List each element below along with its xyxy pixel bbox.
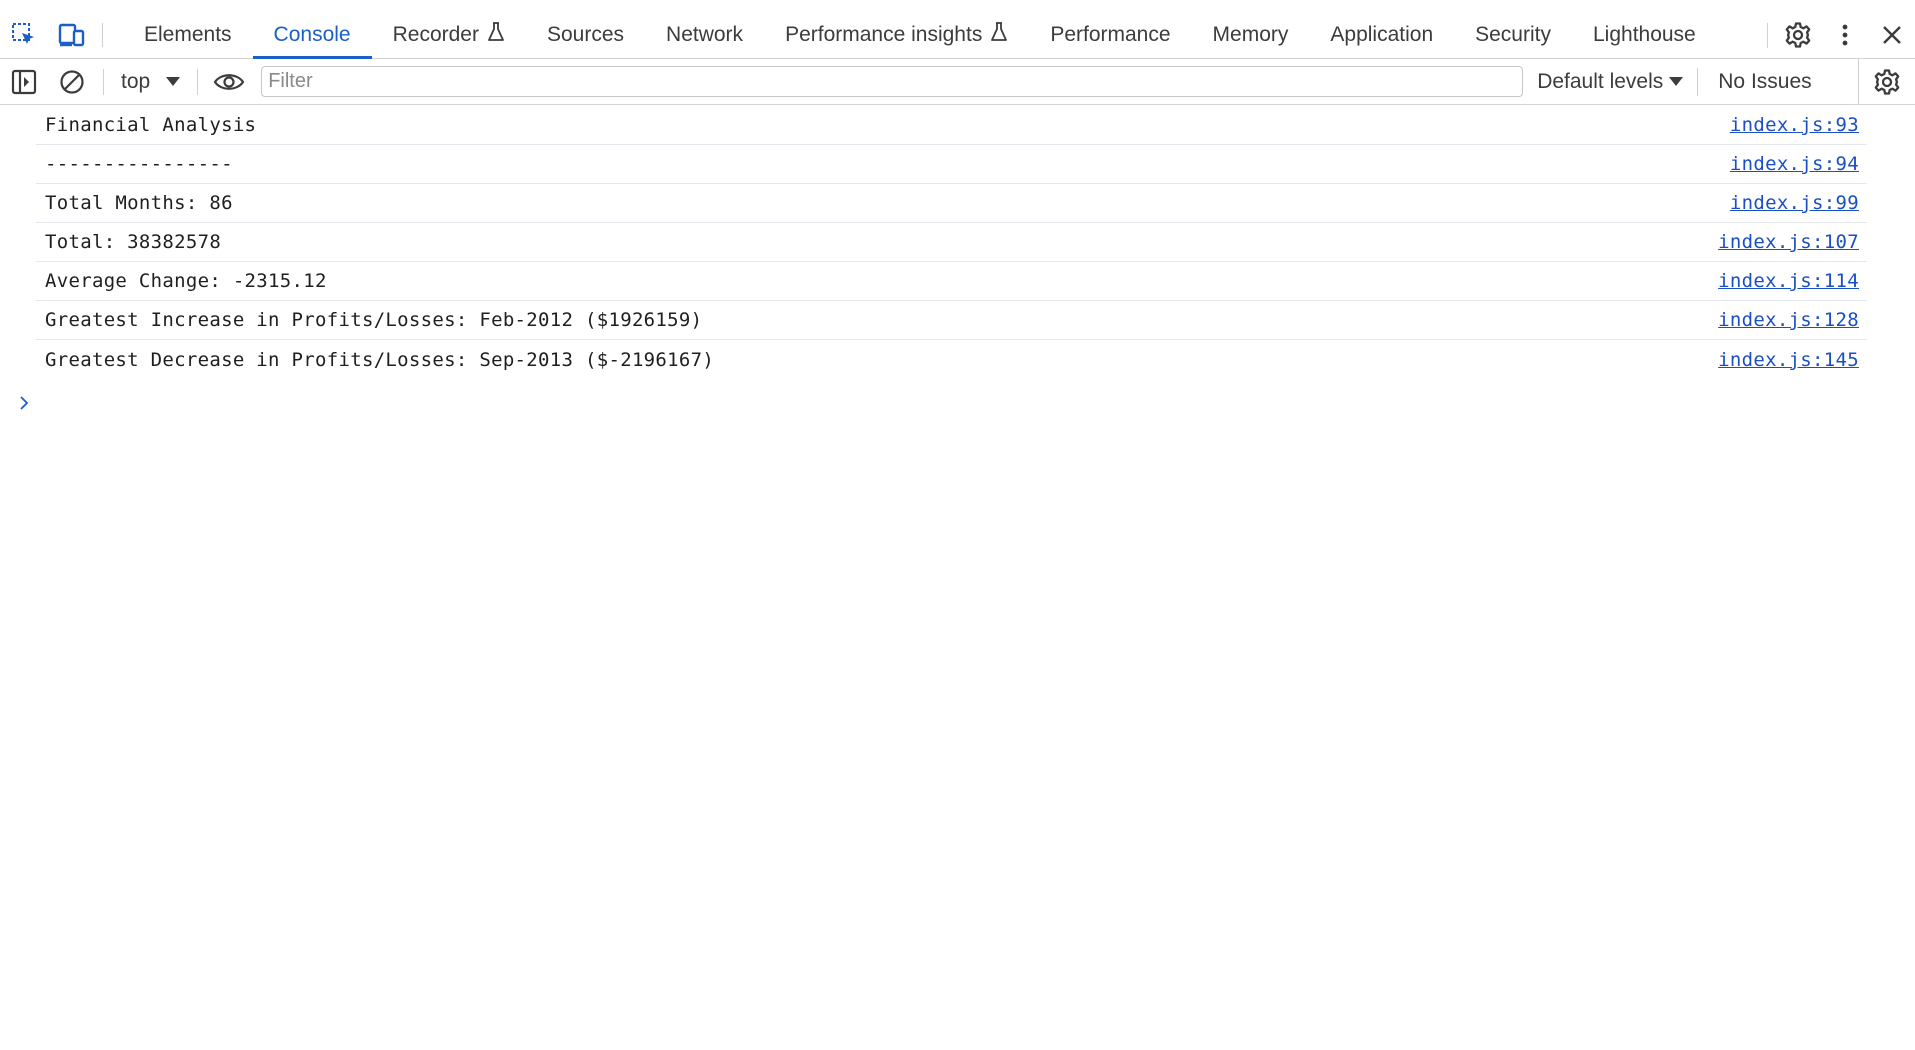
chevron-down-icon (166, 77, 181, 86)
tab-label: Network (666, 23, 744, 46)
inspect-element-icon[interactable] (0, 12, 48, 58)
console-messages: Financial Analysis index.js:93 ---------… (0, 106, 1915, 379)
live-expression-icon[interactable] (205, 59, 253, 105)
message-text: Average Change: -2315.12 (45, 270, 327, 292)
console-message: Total Months: 86 index.js:99 (36, 184, 1867, 223)
tab-security[interactable]: Security (1454, 12, 1572, 58)
divider (1767, 22, 1768, 48)
divider (102, 23, 103, 47)
source-link[interactable]: index.js:107 (1718, 231, 1859, 253)
source-link[interactable]: index.js:145 (1718, 349, 1859, 371)
tab-label: Elements (144, 23, 232, 46)
tab-label: Memory (1212, 23, 1289, 46)
tab-label: Recorder (392, 23, 479, 46)
clear-console-icon[interactable] (48, 59, 96, 105)
tab-console[interactable]: Console (252, 12, 372, 59)
tab-lighthouse[interactable]: Lighthouse (1572, 12, 1717, 58)
experimental-flask-icon (487, 22, 505, 48)
console-toolbar: top Default levels No Issues (0, 59, 1915, 105)
tab-sources[interactable]: Sources (526, 12, 645, 58)
tab-label: Performance insights (785, 23, 983, 46)
divider (197, 68, 199, 95)
tab-performance[interactable]: Performance (1029, 12, 1191, 58)
source-link[interactable]: index.js:99 (1730, 192, 1859, 214)
tab-label: Lighthouse (1592, 23, 1696, 46)
experimental-flask-icon (990, 22, 1008, 48)
issues-counter[interactable]: No Issues (1697, 67, 1812, 96)
tab-application[interactable]: Application (1309, 12, 1454, 58)
console-message: Financial Analysis index.js:93 (36, 106, 1867, 145)
console-message: Average Change: -2315.12 index.js:114 (36, 262, 1867, 301)
message-text: Financial Analysis (45, 114, 257, 136)
source-link[interactable]: index.js:93 (1730, 114, 1859, 136)
console-message: Total: 38382578 index.js:107 (36, 223, 1867, 262)
log-levels-label: Default levels (1537, 69, 1664, 93)
chevron-right-icon[interactable] (16, 395, 32, 411)
console-message: Greatest Decrease in Profits/Losses: Sep… (36, 340, 1867, 379)
console-message: Greatest Increase in Profits/Losses: Feb… (36, 301, 1867, 340)
close-icon[interactable] (1868, 24, 1915, 46)
tab-label: Sources (546, 23, 625, 46)
message-text: Greatest Decrease in Profits/Losses: Sep… (45, 348, 715, 371)
message-text: ---------------- (45, 153, 233, 175)
panel-tabs: Elements Console Recorder Sources Networ… (123, 12, 1717, 59)
devtools-tab-bar: Elements Console Recorder Sources Networ… (0, 12, 1915, 59)
tab-network[interactable]: Network (645, 12, 764, 58)
log-levels-dropdown[interactable]: Default levels (1537, 69, 1684, 94)
chevron-down-icon (1669, 77, 1684, 86)
issues-label: No Issues (1718, 69, 1812, 93)
tab-label: Performance (1050, 23, 1171, 46)
device-toolbar-icon[interactable] (48, 12, 96, 58)
source-link[interactable]: index.js:128 (1718, 309, 1859, 331)
tab-elements[interactable]: Elements (123, 12, 253, 58)
context-selector[interactable]: top (111, 59, 190, 105)
source-link[interactable]: index.js:94 (1730, 153, 1859, 175)
tab-label: Application (1330, 23, 1434, 46)
tab-bar-actions (1761, 12, 1915, 58)
filter-input[interactable] (261, 66, 1524, 97)
divider (103, 68, 104, 95)
message-text: Total Months: 86 (45, 192, 233, 214)
gear-icon[interactable] (1774, 21, 1821, 49)
message-text: Total: 38382578 (45, 231, 222, 253)
tab-label: Console (273, 23, 351, 46)
source-link[interactable]: index.js:114 (1718, 270, 1859, 292)
console-settings-gear-icon[interactable] (1858, 59, 1915, 105)
tab-memory[interactable]: Memory (1192, 12, 1310, 58)
tab-performance-insights[interactable]: Performance insights (764, 12, 1029, 58)
message-text: Greatest Increase in Profits/Losses: Feb… (45, 309, 703, 331)
console-message: ---------------- index.js:94 (36, 145, 1867, 184)
more-vertical-icon[interactable] (1821, 23, 1868, 47)
tab-recorder[interactable]: Recorder (372, 12, 526, 58)
tab-label: Security (1475, 23, 1551, 46)
sidebar-toggle-icon[interactable] (0, 59, 48, 105)
context-value: top (121, 69, 151, 93)
